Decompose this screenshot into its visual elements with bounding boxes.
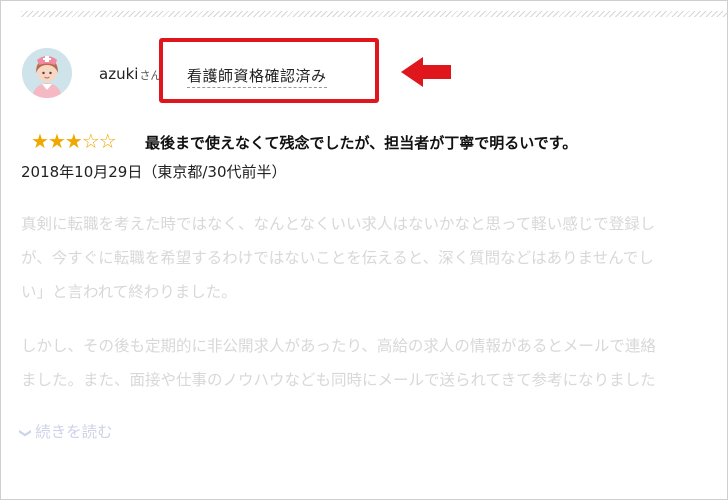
review-card: azukiさん 看護師資格確認済み ★★★☆☆ 最後まで使えなくて残念でしたが、… [0,0,728,500]
star-empty-icon: ☆ [81,129,100,153]
review-title: 最後まで使えなくて残念でしたが、担当者が丁寧で明るいです。 [145,134,578,152]
review-line: が、今すぐに転職を希望するわけではないことを伝えると、深く質問などはありませんで… [21,249,654,267]
star-filled-icon: ★ [47,129,66,153]
review-paragraph: しかし、その後も定期的に非公開求人があったり、高給の求人の情報があるとメールで連… [21,329,727,397]
reviewer-name: azukiさん [99,65,161,83]
review-paragraph: 真剣に転職を考えた時ではなく、なんとなくいい求人はないかなと思って軽い感じで登録… [21,207,727,309]
star-empty-icon: ☆ [98,129,117,153]
rating-stars: ★★★☆☆ [31,129,117,153]
star-filled-icon: ★ [64,129,83,153]
nurse-avatar-icon [22,48,72,98]
left-arrow-icon [401,57,453,87]
chevron-down-icon: ❯ [19,427,34,439]
read-more-link[interactable]: ❯ 続きを読む [19,420,113,442]
star-filled-icon: ★ [31,129,49,153]
review-body: 真剣に転職を考えた時ではなく、なんとなくいい求人はないかなと思って軽い感じで登録… [21,207,727,417]
review-line: しかし、その後も定期的に非公開求人があったり、高給の求人の情報があるとメールで連… [21,337,656,355]
review-line: ました。また、面接や仕事のノウハウなども同時にメールで送られてきて参考になりまし… [21,371,656,389]
review-meta: 2018年10月29日（東京都/30代前半） [21,163,287,181]
review-line: い」と言われて終わりました。 [21,283,237,301]
divider-stripe [21,11,727,17]
reviewer-username: azuki [99,65,139,83]
read-more-label: 続きを読む [35,423,113,441]
highlight-box [159,38,379,103]
review-line: 真剣に転職を考えた時ではなく、なんとなくいい求人はないかなと思って軽い感じで登録… [21,215,656,233]
